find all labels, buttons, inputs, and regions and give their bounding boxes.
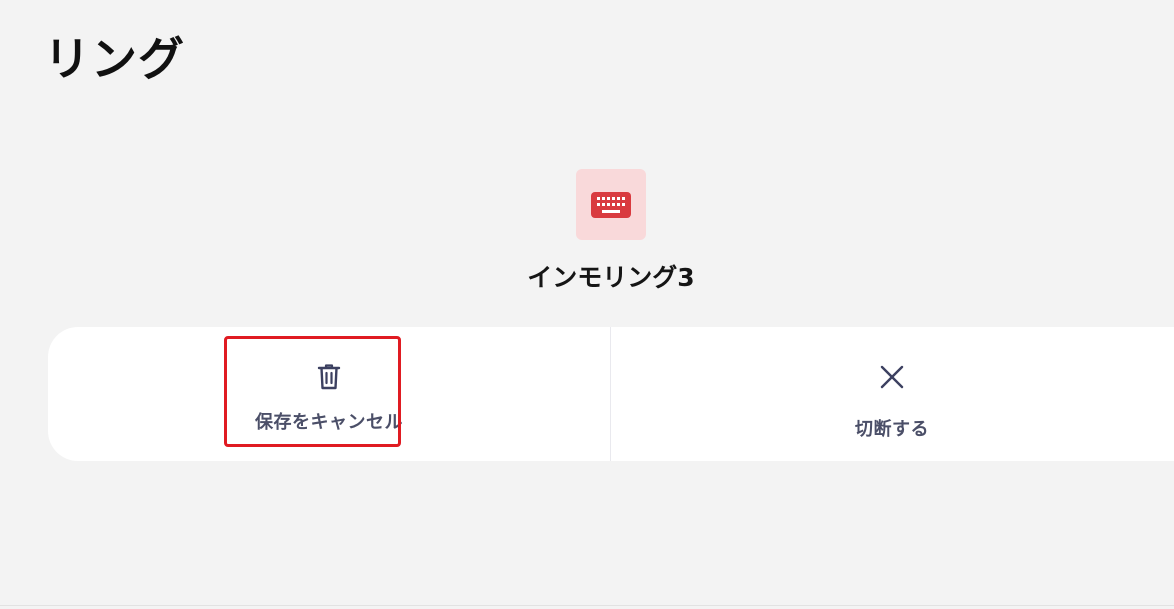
disconnect-label: 切断する — [855, 419, 929, 440]
device-name: インモリング3 — [527, 263, 695, 292]
keyboard-icon — [591, 191, 631, 218]
close-icon-wrapper — [880, 363, 904, 391]
device-actions-panel: 保存をキャンセル 切断する — [48, 327, 1174, 461]
device-icon-container — [576, 169, 646, 240]
cancel-save-label: 保存をキャンセル — [255, 412, 403, 433]
trash-icon — [317, 364, 341, 390]
trash-icon-wrapper — [317, 363, 341, 391]
cancel-save-button[interactable]: 保存をキャンセル — [48, 327, 610, 461]
bottom-divider — [0, 605, 1174, 606]
page-title: リング — [44, 32, 185, 86]
disconnect-button[interactable]: 切断する — [611, 327, 1173, 461]
close-icon — [880, 365, 904, 389]
